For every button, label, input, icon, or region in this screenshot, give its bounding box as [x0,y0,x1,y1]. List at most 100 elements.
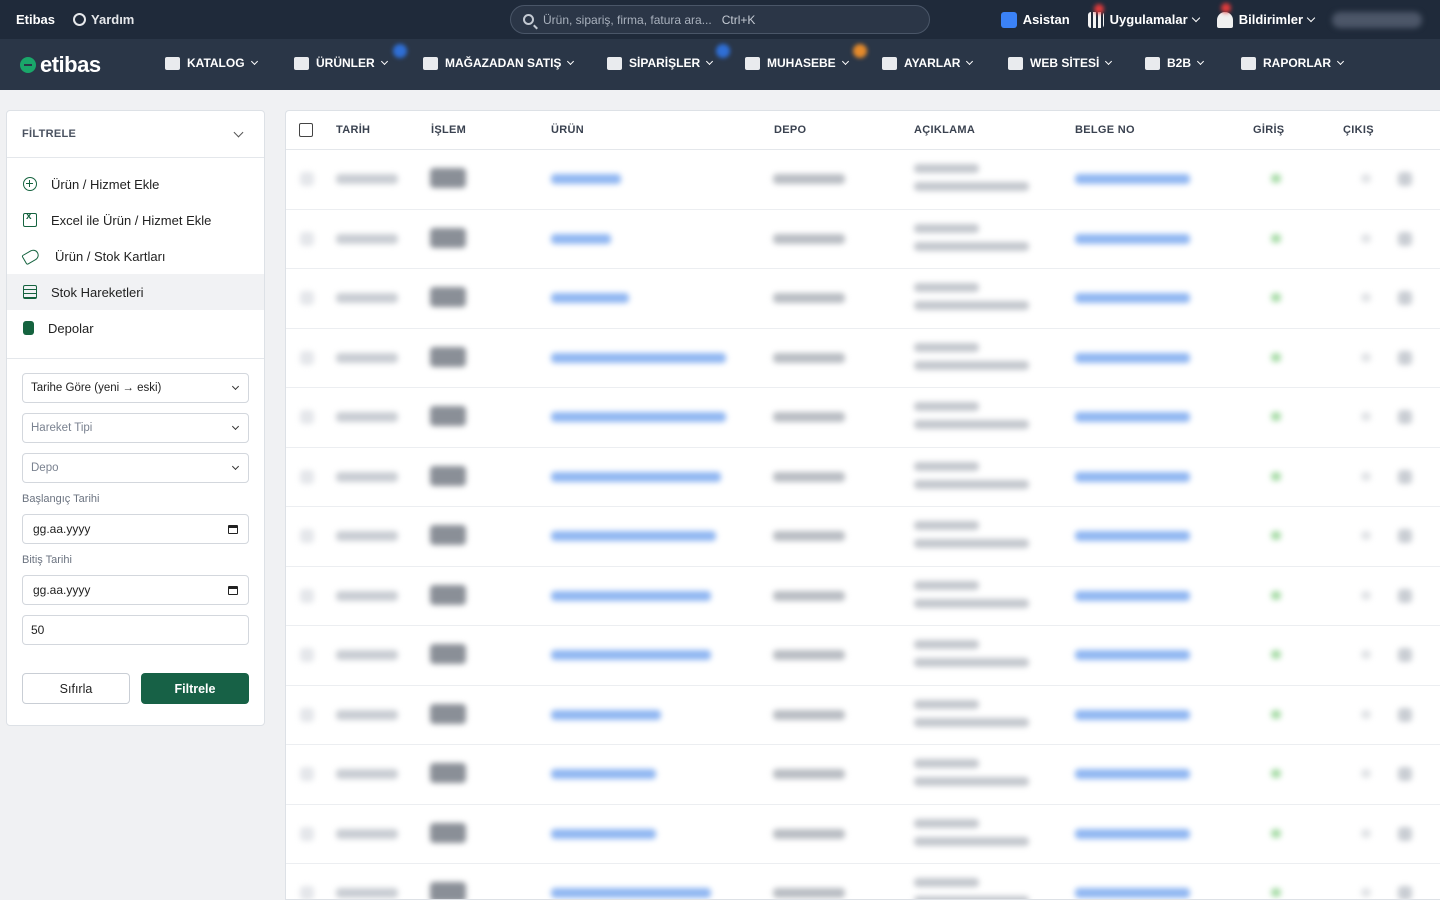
table-row[interactable] [286,567,1440,626]
document-link[interactable] [1075,293,1190,303]
document-link[interactable] [1075,412,1190,422]
table-row[interactable] [286,210,1440,269]
document-link[interactable] [1075,650,1190,660]
nav-b2b[interactable]: B2B [1145,56,1205,70]
filter-header[interactable]: FİLTRELE [7,111,264,158]
col-depo[interactable]: DEPO [774,124,806,136]
row-checkbox[interactable] [300,826,314,841]
table-row[interactable] [286,864,1440,899]
row-action[interactable] [1398,648,1412,662]
warehouse-select[interactable]: Depo [22,453,249,483]
sidebar-item-excel-import[interactable]: Excel ile Ürün / Hizmet Ekle [7,202,264,238]
row-checkbox[interactable] [300,767,314,781]
user-menu[interactable] [1332,11,1422,28]
table-row[interactable] [286,686,1440,745]
movement-type-select[interactable]: Hareket Tipi [22,413,249,443]
row-checkbox[interactable] [300,886,314,899]
row-checkbox[interactable] [300,648,314,662]
product-link[interactable] [551,650,711,660]
nav-siparisler[interactable]: SİPARİŞLER [607,56,714,70]
col-cikis[interactable]: ÇIKIŞ [1343,124,1374,136]
table-row[interactable] [286,329,1440,388]
limit-input[interactable]: 50 [22,615,249,645]
document-link[interactable] [1075,531,1190,541]
table-row[interactable] [286,805,1440,864]
assistant-button[interactable]: Asistan [1000,11,1070,28]
product-link[interactable] [551,412,726,422]
nav-muhasebe[interactable]: MUHASEBE [745,56,849,70]
help-link[interactable]: Yardım [73,12,134,27]
table-row[interactable] [286,388,1440,448]
end-date-input[interactable]: gg.aa.yyyy [22,575,249,605]
product-link[interactable] [551,888,711,898]
logo[interactable]: etibas [20,52,162,78]
select-all-checkbox[interactable] [299,123,313,137]
product-link[interactable] [551,531,716,541]
table-row[interactable] [286,269,1440,329]
row-action[interactable] [1398,886,1412,899]
col-belge-no[interactable]: BELGE NO [1075,124,1135,136]
document-link[interactable] [1075,888,1190,898]
calendar-icon[interactable] [228,524,238,534]
document-link[interactable] [1075,828,1190,839]
row-checkbox[interactable] [300,410,314,424]
start-date-input[interactable]: gg.aa.yyyy [22,514,249,544]
nav-urunler[interactable]: ÜRÜNLER [294,56,388,70]
reset-button[interactable]: Sıfırla [22,673,130,704]
document-link[interactable] [1075,709,1190,720]
col-islem[interactable]: İŞLEM [431,124,466,136]
row-action[interactable] [1398,588,1412,603]
row-checkbox[interactable] [300,231,314,246]
nav-raporlar[interactable]: RAPORLAR [1241,56,1345,70]
apps-menu[interactable]: Uygulamalar [1087,3,1200,28]
row-checkbox[interactable] [300,529,314,543]
filter-button[interactable]: Filtrele [141,673,249,704]
row-action[interactable] [1398,469,1412,484]
row-action[interactable] [1398,707,1412,722]
global-search-input[interactable]: Ürün, sipariş, firma, fatura ara... Ctrl… [510,5,930,34]
sort-select[interactable]: Tarihe Göre (yeni → eski) [22,373,249,403]
document-link[interactable] [1075,471,1190,482]
row-checkbox[interactable] [300,350,314,365]
row-checkbox[interactable] [300,469,314,484]
product-link[interactable] [551,709,661,720]
sidebar-item-warehouses[interactable]: Depolar [7,310,264,346]
col-aciklama[interactable]: AÇIKLAMA [914,124,975,136]
row-action[interactable] [1398,826,1412,841]
nav-ayarlar[interactable]: AYARLAR [882,56,974,70]
document-link[interactable] [1075,233,1190,244]
table-row[interactable] [286,745,1440,805]
sidebar-item-add-product[interactable]: Ürün / Hizmet Ekle [7,166,264,202]
nav-katalog[interactable]: KATALOG [165,56,258,70]
row-action[interactable] [1398,350,1412,365]
row-action[interactable] [1398,529,1412,543]
sidebar-item-stock-cards[interactable]: Ürün / Stok Kartları [7,238,264,274]
row-checkbox[interactable] [300,172,314,186]
table-row[interactable] [286,507,1440,567]
nav-web-sitesi[interactable]: WEB SİTESİ [1008,56,1113,70]
col-tarih[interactable]: TARİH [336,124,370,136]
notifications-menu[interactable]: Bildirimler [1216,2,1316,28]
table-row[interactable] [286,626,1440,686]
table-row[interactable] [286,150,1440,210]
row-checkbox[interactable] [300,291,314,305]
row-action[interactable] [1398,767,1412,781]
col-giris[interactable]: GİRİŞ [1253,124,1284,136]
row-action[interactable] [1398,172,1412,186]
document-link[interactable] [1075,174,1190,184]
row-action[interactable] [1398,291,1412,305]
row-checkbox[interactable] [300,707,314,722]
product-link[interactable] [551,471,721,482]
product-link[interactable] [551,828,656,839]
calendar-icon[interactable] [228,585,238,595]
document-link[interactable] [1075,590,1190,601]
row-action[interactable] [1398,410,1412,424]
nav-magazadan-satis[interactable]: MAĞAZADAN SATIŞ [423,56,575,70]
row-checkbox[interactable] [300,588,314,603]
product-link[interactable] [551,352,726,363]
document-link[interactable] [1075,352,1190,363]
sidebar-item-stock-movements[interactable]: Stok Hareketleri [7,274,264,310]
product-link[interactable] [551,769,656,779]
product-link[interactable] [551,590,711,601]
table-row[interactable] [286,448,1440,507]
